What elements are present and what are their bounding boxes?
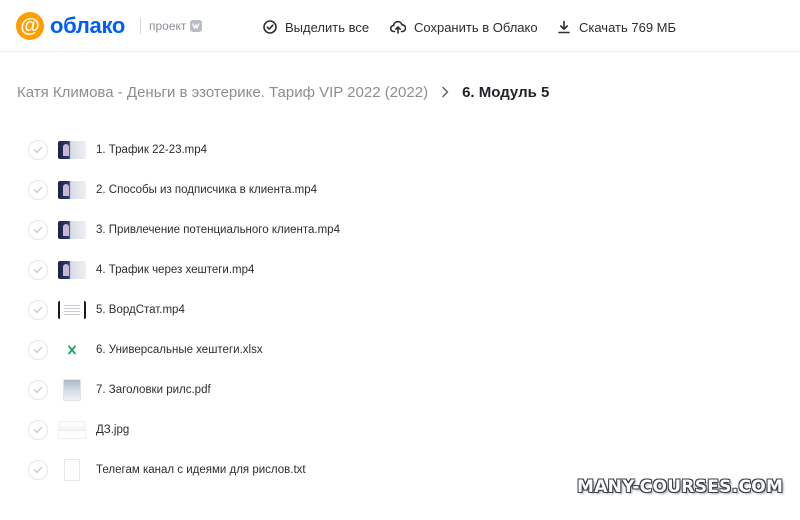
top-header: @ облако проект Выделить все Сохранить в… xyxy=(0,0,800,52)
row-checkbox[interactable] xyxy=(28,340,48,360)
download-icon xyxy=(558,20,570,34)
breadcrumb-parent-link[interactable]: Катя Климова - Деньги в эзотерике. Тариф… xyxy=(17,84,428,101)
text-file-icon xyxy=(64,459,80,481)
check-icon xyxy=(33,346,43,353)
video-thumbnail-icon xyxy=(58,261,86,279)
video-thumbnail-icon xyxy=(58,141,86,159)
file-name: 3. Привлечение потенциального клиента.mp… xyxy=(96,224,340,236)
watermark: MANY-COURSES.COM xyxy=(577,463,784,507)
file-row[interactable]: 2. Способы из подписчика в клиента.mp4 xyxy=(0,170,800,210)
download-label: Скачать 769 МБ xyxy=(579,19,677,35)
check-circle-icon xyxy=(263,20,277,34)
watermark-text: MANY-COURSES.COM xyxy=(577,477,784,497)
vk-badge-icon xyxy=(190,20,203,32)
check-icon xyxy=(33,386,43,393)
cloud-logo[interactable]: @ облако xyxy=(16,12,125,40)
file-name: 2. Способы из подписчика в клиента.mp4 xyxy=(96,184,318,196)
chevron-right-icon xyxy=(440,86,450,98)
file-row[interactable]: ДЗ.jpg xyxy=(0,410,800,450)
file-row[interactable]: 6. Универсальные хештеги.xlsx xyxy=(0,330,800,370)
row-checkbox[interactable] xyxy=(28,460,48,480)
check-icon xyxy=(33,226,43,233)
logo-at-icon: @ xyxy=(16,12,44,40)
file-row[interactable]: 1. Трафик 22-23.mp4 xyxy=(0,130,800,170)
row-checkbox[interactable] xyxy=(28,380,48,400)
project-label: проект xyxy=(149,19,187,33)
check-icon xyxy=(33,306,43,313)
header-divider xyxy=(140,18,141,34)
download-button[interactable]: Скачать 769 МБ xyxy=(557,18,676,36)
row-checkbox[interactable] xyxy=(28,300,48,320)
breadcrumb-current: 6. Модуль 5 xyxy=(462,83,550,101)
video-thumbnail-icon xyxy=(58,181,86,199)
row-checkbox[interactable] xyxy=(28,180,48,200)
check-icon xyxy=(33,186,43,193)
image-thumbnail-icon xyxy=(58,421,86,439)
select-all-label: Выделить все xyxy=(285,19,370,35)
file-name: ДЗ.jpg xyxy=(96,424,130,436)
file-row[interactable]: 7. Заголовки рилс.pdf xyxy=(0,370,800,410)
cloud-upload-icon xyxy=(390,20,406,34)
check-icon xyxy=(33,466,43,473)
file-row[interactable]: 3. Привлечение потенциального клиента.mp… xyxy=(0,210,800,250)
select-all-button[interactable]: Выделить все xyxy=(263,18,369,36)
video-thumbnail-icon xyxy=(58,301,86,319)
video-thumbnail-icon xyxy=(58,221,86,239)
file-name: 5. ВордСтат.mp4 xyxy=(96,304,185,316)
breadcrumb: Катя Климова - Деньги в эзотерике. Тариф… xyxy=(17,82,549,102)
check-icon xyxy=(33,266,43,273)
check-icon xyxy=(33,146,43,153)
pdf-thumbnail-icon xyxy=(63,379,81,401)
file-row[interactable]: 4. Трафик через хештеги.mp4 xyxy=(0,250,800,290)
file-name: 6. Универсальные хештеги.xlsx xyxy=(96,344,263,356)
file-name: 1. Трафик 22-23.mp4 xyxy=(96,144,208,156)
row-checkbox[interactable] xyxy=(28,140,48,160)
check-icon xyxy=(33,426,43,433)
save-to-cloud-label: Сохранить в Облако xyxy=(414,19,538,35)
save-to-cloud-button[interactable]: Сохранить в Облако xyxy=(390,18,538,36)
row-checkbox[interactable] xyxy=(28,220,48,240)
spreadsheet-file-icon xyxy=(58,341,86,359)
file-name: 4. Трафик через хештеги.mp4 xyxy=(96,264,255,276)
vk-logo-icon xyxy=(191,23,200,29)
row-checkbox[interactable] xyxy=(28,260,48,280)
file-row[interactable]: 5. ВордСтат.mp4 xyxy=(0,290,800,330)
file-name: 7. Заголовки рилс.pdf xyxy=(96,384,211,396)
row-checkbox[interactable] xyxy=(28,420,48,440)
project-label-group: проект xyxy=(149,19,203,33)
file-name: Телегам канал с идеями для рислов.txt xyxy=(96,464,306,476)
logo-text: облако xyxy=(50,13,126,38)
